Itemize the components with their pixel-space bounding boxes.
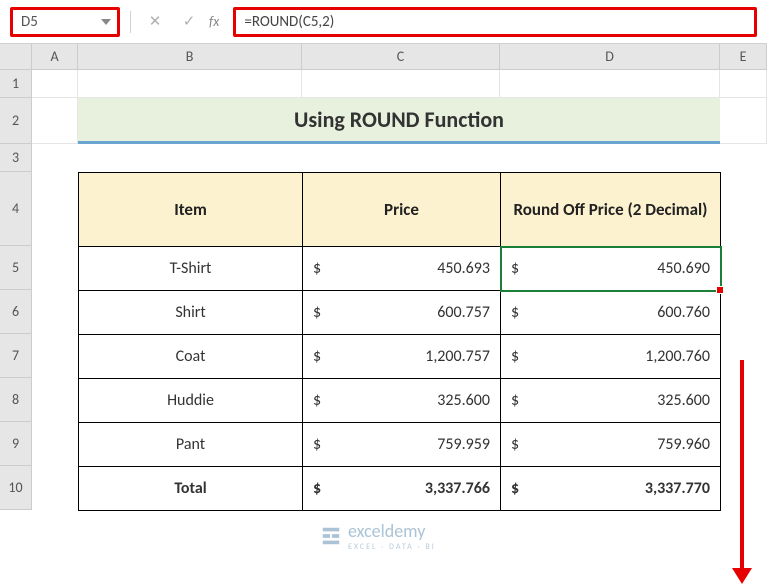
row-header-1[interactable]: 1	[0, 70, 32, 98]
total-label[interactable]: Total	[79, 467, 303, 511]
cell[interactable]	[32, 70, 78, 98]
data-table: Item Price Round Off Price (2 Decimal) T…	[78, 172, 721, 511]
price-value: 450.693	[437, 259, 490, 278]
cell[interactable]	[500, 70, 720, 98]
price-value: 1,200.757	[425, 347, 490, 366]
row-header-7[interactable]: 7	[0, 334, 32, 378]
item-price[interactable]: $1,200.757	[303, 335, 501, 379]
watermark: exceldemy EXCEL · DATA · BI	[320, 520, 436, 552]
round-value: 600.760	[657, 303, 710, 322]
table-row: T-Shirt $450.693 $450.690	[79, 247, 721, 291]
autofill-arrow-icon	[740, 360, 744, 570]
watermark-brand: exceldemy	[348, 520, 436, 542]
currency-symbol: $	[511, 435, 519, 454]
header-round[interactable]: Round Off Price (2 Decimal)	[501, 173, 721, 247]
round-value: 759.960	[657, 435, 710, 454]
grid-body: 1 2 3 4 5 6 7 8 9 10 Using ROUND Functio…	[0, 70, 767, 510]
currency-symbol: $	[511, 391, 519, 410]
currency-symbol: $	[313, 259, 321, 278]
table-header-row: Item Price Round Off Price (2 Decimal)	[79, 173, 721, 247]
sheet-title[interactable]: Using ROUND Function	[78, 98, 720, 144]
round-value: 3,337.770	[645, 479, 710, 498]
column-headers: A B C D E	[0, 44, 767, 70]
header-price[interactable]: Price	[303, 173, 501, 247]
item-price[interactable]: $450.693	[303, 247, 501, 291]
price-value: 325.600	[437, 391, 490, 410]
currency-symbol: $	[313, 479, 321, 498]
cell[interactable]	[720, 98, 767, 144]
col-header-c[interactable]: C	[302, 44, 500, 69]
header-item[interactable]: Item	[79, 173, 303, 247]
cell[interactable]	[720, 70, 767, 98]
table-row: Huddie $325.600 $325.600	[79, 379, 721, 423]
item-round[interactable]: $1,200.760	[501, 335, 721, 379]
fx-icon[interactable]: fx	[209, 13, 219, 30]
item-price[interactable]: $759.959	[303, 423, 501, 467]
col-header-d[interactable]: D	[500, 44, 720, 69]
currency-symbol: $	[511, 259, 519, 278]
name-box[interactable]: D5	[10, 7, 120, 37]
select-all-corner[interactable]	[0, 44, 32, 69]
cell[interactable]	[78, 70, 302, 98]
formula-bar: D5 ✕ ✓ fx =ROUND(C5,2)	[0, 0, 767, 44]
round-value: 325.600	[657, 391, 710, 410]
logo-icon	[320, 525, 342, 547]
round-value: 450.690	[657, 259, 710, 278]
chevron-down-icon[interactable]	[101, 19, 111, 25]
formula-input[interactable]: =ROUND(C5,2)	[233, 7, 757, 37]
total-price[interactable]: $3,337.766	[303, 467, 501, 511]
row-header-3[interactable]: 3	[0, 144, 32, 172]
col-header-e[interactable]: E	[720, 44, 767, 69]
price-value: 600.757	[437, 303, 490, 322]
item-price[interactable]: $600.757	[303, 291, 501, 335]
table-row: Shirt $600.757 $600.760	[79, 291, 721, 335]
item-price[interactable]: $325.600	[303, 379, 501, 423]
currency-symbol: $	[511, 303, 519, 322]
row-headers: 1 2 3 4 5 6 7 8 9 10	[0, 70, 32, 510]
round-value: 1,200.760	[645, 347, 710, 366]
table-row: Pant $759.959 $759.960	[79, 423, 721, 467]
watermark-tagline: EXCEL · DATA · BI	[348, 542, 436, 552]
name-box-value: D5	[21, 13, 38, 31]
row-header-5[interactable]: 5	[0, 246, 32, 290]
table-total-row: Total $3,337.766 $3,337.770	[79, 467, 721, 511]
currency-symbol: $	[511, 347, 519, 366]
row-header-9[interactable]: 9	[0, 422, 32, 466]
currency-symbol: $	[511, 479, 519, 498]
item-name[interactable]: Coat	[79, 335, 303, 379]
item-name[interactable]: Huddie	[79, 379, 303, 423]
price-value: 759.959	[437, 435, 490, 454]
price-value: 3,337.766	[425, 479, 490, 498]
table-row: Coat $1,200.757 $1,200.760	[79, 335, 721, 379]
item-name[interactable]: Pant	[79, 423, 303, 467]
currency-symbol: $	[313, 303, 321, 322]
row-header-2[interactable]: 2	[0, 98, 32, 144]
currency-symbol: $	[313, 435, 321, 454]
row-header-8[interactable]: 8	[0, 378, 32, 422]
currency-symbol: $	[313, 347, 321, 366]
enter-icon[interactable]: ✓	[175, 8, 203, 36]
item-round[interactable]: $600.760	[501, 291, 721, 335]
cell[interactable]	[302, 70, 500, 98]
fill-handle[interactable]	[716, 286, 724, 294]
col-header-b[interactable]: B	[78, 44, 302, 69]
col-header-a[interactable]: A	[32, 44, 78, 69]
item-name[interactable]: T-Shirt	[79, 247, 303, 291]
row-header-10[interactable]: 10	[0, 466, 32, 510]
cell[interactable]	[32, 98, 78, 144]
item-round-selected-cell[interactable]: $450.690	[501, 247, 721, 291]
row-header-6[interactable]: 6	[0, 290, 32, 334]
item-round[interactable]: $759.960	[501, 423, 721, 467]
item-name[interactable]: Shirt	[79, 291, 303, 335]
row-header-4[interactable]: 4	[0, 172, 32, 246]
currency-symbol: $	[313, 391, 321, 410]
formula-text: =ROUND(C5,2)	[244, 13, 334, 31]
cells-area[interactable]: Using ROUND Function Item Price Round Of…	[32, 70, 767, 510]
item-round[interactable]: $325.600	[501, 379, 721, 423]
divider	[130, 11, 131, 33]
cancel-icon[interactable]: ✕	[141, 8, 169, 36]
total-round[interactable]: $3,337.770	[501, 467, 721, 511]
